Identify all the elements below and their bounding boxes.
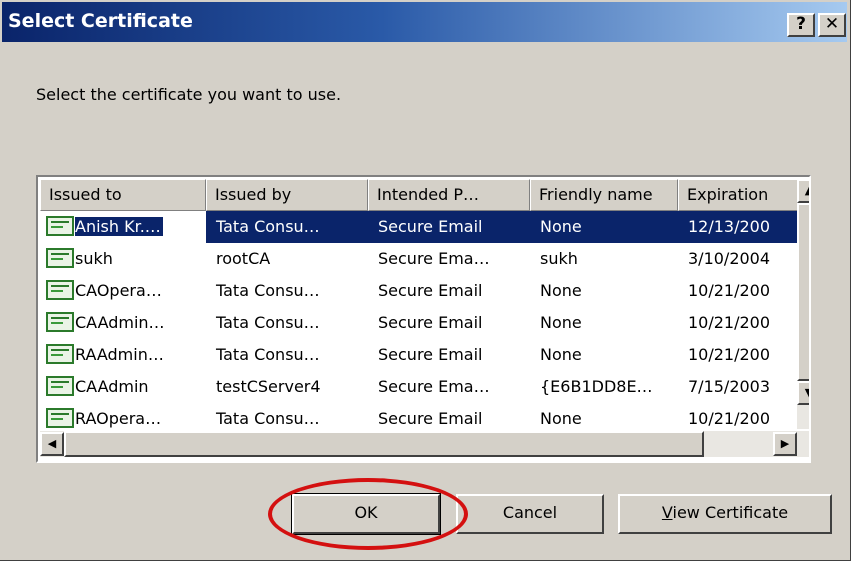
table-row[interactable]: Anish Kr.… Tata Consu… Secure Email None… — [40, 211, 800, 243]
horizontal-scrollbar[interactable]: ◀ ▶ — [40, 431, 809, 457]
issued-to-cell: Anish Kr.… — [74, 216, 164, 237]
issued-by-cell: Tata Consu… — [216, 281, 320, 300]
issued-by-cell: Tata Consu… — [206, 211, 368, 243]
friendly-name-cell: None — [540, 345, 582, 364]
friendly-name-cell: {E6B1DD8E… — [540, 377, 653, 396]
title-bar[interactable]: Select Certificate ? ✕ — [2, 2, 847, 42]
column-header-friendly-name[interactable]: Friendly name — [530, 179, 678, 211]
ok-button[interactable]: OK — [291, 493, 441, 535]
issued-by-cell: rootCA — [216, 249, 271, 268]
expiration-cell: 10/21/200 — [688, 281, 771, 300]
expiration-cell: 12/13/200 — [678, 211, 800, 243]
scroll-up-icon[interactable]: ▲ — [797, 179, 809, 203]
issued-to-cell: sukh — [75, 249, 113, 268]
select-certificate-dialog: Select Certificate ? ✕ Select the certif… — [0, 0, 851, 561]
cancel-button[interactable]: Cancel — [456, 494, 604, 534]
view-certificate-label: iew Certificate — [672, 503, 789, 522]
column-header-issued-to[interactable]: Issued to — [40, 179, 206, 211]
issued-to-cell: RAOpera… — [75, 409, 162, 428]
instruction-text: Select the certificate you want to use. — [36, 85, 342, 104]
friendly-name-cell: None — [540, 313, 582, 332]
intended-purpose-cell: Secure Ema… — [378, 249, 490, 268]
issued-to-cell: CAAdmin — [75, 377, 149, 396]
vertical-scroll-thumb[interactable] — [797, 203, 809, 381]
window-title: Select Certificate — [8, 10, 193, 32]
column-header-issued-by[interactable]: Issued by — [206, 179, 368, 211]
scroll-right-icon[interactable]: ▶ — [773, 432, 797, 456]
intended-purpose-cell: Secure Email — [378, 345, 483, 364]
close-button[interactable]: ✕ — [818, 13, 846, 37]
scroll-left-icon[interactable]: ◀ — [40, 432, 64, 456]
table-row[interactable]: CAAdmin testCServer4 Secure Ema… {E6B1DD… — [40, 371, 800, 403]
intended-purpose-cell: Secure Email — [378, 313, 483, 332]
table-row[interactable]: CAAdmin… Tata Consu… Secure Email None 1… — [40, 307, 800, 339]
table-row[interactable]: CAOpera… Tata Consu… Secure Email None 1… — [40, 275, 800, 307]
scroll-down-icon[interactable]: ▼ — [797, 381, 809, 405]
intended-purpose-cell: Secure Email — [368, 211, 530, 243]
friendly-name-cell: None — [540, 281, 582, 300]
certificate-icon — [46, 312, 74, 332]
table-row[interactable]: sukh rootCA Secure Ema… sukh 3/10/2004 — [40, 243, 800, 275]
issued-to-cell: RAAdmin… — [75, 345, 164, 364]
issued-by-cell: Tata Consu… — [216, 345, 320, 364]
horizontal-scroll-thumb[interactable] — [64, 431, 704, 457]
expiration-cell: 7/15/2003 — [688, 377, 771, 396]
issued-by-cell: testCServer4 — [216, 377, 321, 396]
vertical-scrollbar[interactable]: ▲ ▼ — [797, 179, 809, 429]
table-row[interactable]: RAAdmin… Tata Consu… Secure Email None 1… — [40, 339, 800, 371]
intended-purpose-cell: Secure Ema… — [378, 377, 490, 396]
certificate-icon — [46, 344, 74, 364]
column-header-intended-purposes[interactable]: Intended P… — [368, 179, 530, 211]
expiration-cell: 3/10/2004 — [688, 249, 771, 268]
help-button[interactable]: ? — [787, 13, 815, 37]
certificate-list[interactable]: Issued to Issued by Intended P… Friendly… — [36, 175, 811, 463]
certificate-icon — [46, 248, 74, 268]
issued-by-cell: Tata Consu… — [216, 313, 320, 332]
issued-to-cell: CAAdmin… — [75, 313, 165, 332]
expiration-cell: 10/21/200 — [688, 313, 771, 332]
intended-purpose-cell: Secure Email — [378, 281, 483, 300]
certificate-icon — [46, 280, 74, 300]
friendly-name-cell: sukh — [540, 249, 578, 268]
certificate-icon — [46, 408, 74, 428]
certificate-icon — [46, 216, 74, 236]
column-header-expiration[interactable]: Expiration — [678, 179, 808, 211]
view-certificate-accel: V — [661, 503, 673, 522]
issued-to-cell: CAOpera… — [75, 281, 162, 300]
certificate-icon — [46, 376, 74, 396]
expiration-cell: 10/21/200 — [688, 345, 771, 364]
friendly-name-cell: None — [530, 211, 678, 243]
view-certificate-button[interactable]: View Certificate — [618, 494, 832, 534]
